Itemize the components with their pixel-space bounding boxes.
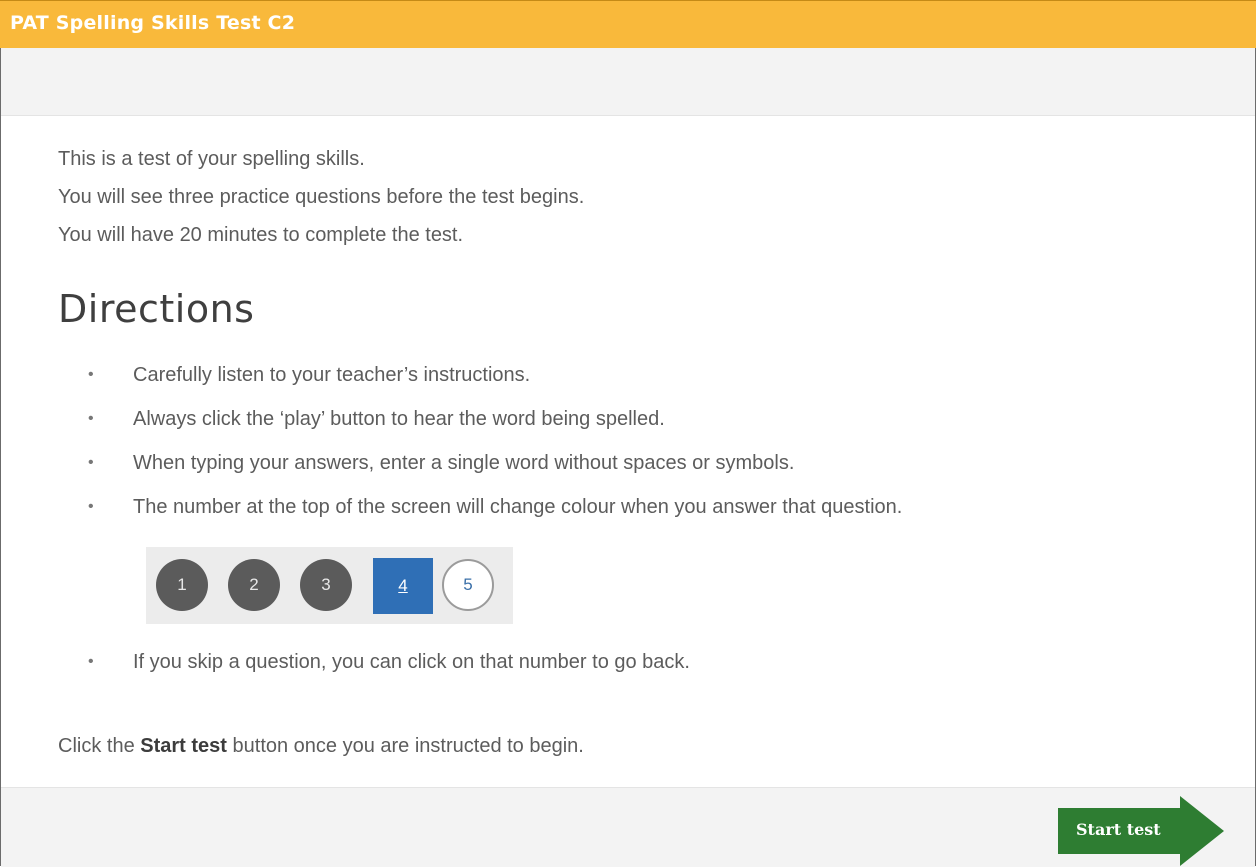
direction-item: • Carefully listen to your teacher’s ins… bbox=[58, 353, 1238, 397]
start-instruction-prefix: Click the bbox=[58, 735, 141, 757]
intro-line-1: This is a test of your spelling skills. bbox=[58, 148, 365, 170]
intro-text: This is a test of your spelling skills. … bbox=[58, 140, 1238, 254]
direction-text: Always click the ‘play’ button to hear t… bbox=[133, 408, 665, 430]
directions-list: • Carefully listen to your teacher’s ins… bbox=[58, 353, 1238, 529]
bullet-icon: • bbox=[88, 454, 94, 471]
direction-text: If you skip a question, you can click on… bbox=[133, 651, 690, 673]
instructions-content: This is a test of your spelling skills. … bbox=[58, 140, 1238, 757]
toolbar-area bbox=[1, 48, 1255, 116]
start-instruction-suffix: button once you are instructed to begin. bbox=[226, 735, 584, 757]
direction-text: When typing your answers, enter a single… bbox=[133, 452, 795, 474]
bullet-icon: • bbox=[88, 653, 94, 670]
direction-text: Carefully listen to your teacher’s instr… bbox=[133, 364, 531, 386]
start-instruction: Click the Start test button once you are… bbox=[58, 724, 584, 768]
direction-item: • The number at the top of the screen wi… bbox=[58, 485, 1238, 529]
page-title: PAT Spelling Skills Test C2 bbox=[10, 12, 296, 34]
question-number-unanswered: 5 bbox=[442, 559, 494, 611]
question-number-answered: 1 bbox=[156, 559, 208, 611]
bullet-icon: • bbox=[88, 366, 94, 383]
start-test-button[interactable]: Start test bbox=[1058, 796, 1224, 866]
direction-item-skip: • If you skip a question, you can click … bbox=[58, 640, 1238, 684]
directions-heading: Directions bbox=[58, 287, 255, 331]
direction-item: • When typing your answers, enter a sing… bbox=[58, 441, 1238, 485]
intro-line-2: You will see three practice questions be… bbox=[58, 186, 585, 208]
start-instruction-bold: Start test bbox=[140, 735, 227, 757]
question-number-answered: 2 bbox=[228, 559, 280, 611]
direction-item: • Always click the ‘play’ button to hear… bbox=[58, 397, 1238, 441]
title-bar: PAT Spelling Skills Test C2 bbox=[0, 0, 1256, 48]
bullet-icon: • bbox=[88, 410, 94, 427]
question-nav-example: 1 2 3 4 5 bbox=[146, 547, 513, 624]
intro-line-3: You will have 20 minutes to complete the… bbox=[58, 224, 464, 246]
start-test-label: Start test bbox=[1076, 820, 1161, 839]
direction-text: The number at the top of the screen will… bbox=[133, 496, 903, 518]
question-number-current: 4 bbox=[373, 558, 433, 614]
question-number-answered: 3 bbox=[300, 559, 352, 611]
bullet-icon: • bbox=[88, 498, 94, 515]
